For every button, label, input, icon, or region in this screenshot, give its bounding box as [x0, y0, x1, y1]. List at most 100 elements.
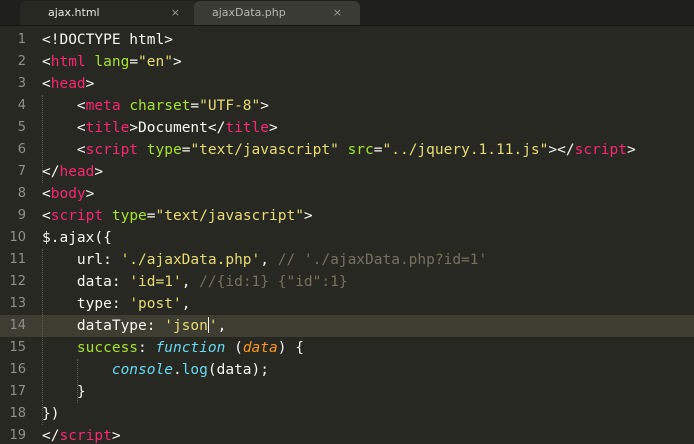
code-token: >: [269, 120, 278, 136]
code-line[interactable]: data: 'id=1', //{id:1} {"id":1}: [42, 271, 348, 293]
line-number: 11: [9, 252, 26, 267]
code-token: script: [59, 428, 112, 444]
code-token: (: [225, 340, 243, 356]
code-line[interactable]: dataType: 'json',: [42, 315, 226, 337]
line-number: 16: [9, 362, 26, 377]
code-token: <: [42, 120, 86, 136]
code-token: }): [42, 406, 60, 422]
line-number: 8: [17, 186, 26, 201]
code-token: head: [50, 76, 86, 92]
editor-window: ajax.html × ajaxData.php × 1 2 3 4 5 6 7 8 9 10 11…: [0, 0, 694, 444]
code-token: html: [50, 54, 86, 70]
code-token: <: [42, 76, 51, 92]
close-icon[interactable]: ×: [171, 1, 180, 25]
code-token: =: [146, 208, 156, 224]
code-token: script: [85, 142, 139, 158]
code-token: title: [85, 120, 130, 136]
code-area[interactable]: <!DOCTYPE html> <html lang="en"> <head> <m…: [42, 26, 694, 444]
code-token: :: [138, 340, 156, 356]
code-line[interactable]: </head>: [42, 161, 103, 183]
indent-guide: [42, 95, 43, 183]
code-token: </: [42, 428, 60, 444]
code-line[interactable]: <script type="text/javascript" src="../j…: [42, 139, 636, 161]
code-line[interactable]: <script type="text/javascript">: [42, 205, 313, 227]
code-token: type:: [42, 296, 130, 312]
code-token: "en": [138, 54, 173, 70]
code-line[interactable]: </script>: [42, 425, 121, 444]
code-line[interactable]: }): [42, 403, 59, 425]
close-icon[interactable]: ×: [333, 1, 342, 25]
code-line[interactable]: url: './ajaxData.php', // './ajaxData.ph…: [42, 249, 487, 271]
code-token: =: [129, 54, 139, 70]
code-token: title: [225, 120, 269, 136]
line-number: 19: [9, 428, 26, 443]
code-token: success: [42, 340, 139, 356]
code-token: >: [303, 208, 313, 224]
code-token: <: [42, 186, 51, 202]
code-line[interactable]: <body>: [42, 183, 94, 205]
code-token: dataType:: [42, 318, 165, 334]
code-token: "text/javascript": [155, 208, 304, 224]
code-token: ,: [181, 296, 191, 312]
code-line[interactable]: <title>Document</title>: [42, 117, 278, 139]
code-token: script: [50, 208, 104, 224]
code-token: ,: [260, 252, 278, 268]
code-token: >: [85, 76, 95, 92]
line-number: 2: [17, 54, 26, 69]
code-token: <!DOCTYPE html>: [42, 32, 173, 48]
code-token: "UTF-8": [199, 98, 261, 114]
code-line[interactable]: <html lang="en">: [42, 51, 182, 73]
code-token: ) {: [277, 340, 304, 356]
code-token: ></: [548, 142, 575, 158]
code-token: >: [626, 142, 636, 158]
tab-label: ajax.html: [48, 6, 100, 19]
code-token: // './ajaxData.php?id=1': [277, 252, 488, 268]
code-line[interactable]: }: [42, 381, 86, 403]
tab-ajaxdata-php[interactable]: ajaxData.php ×: [194, 1, 360, 25]
code-token: head: [59, 164, 95, 180]
tab-bar: ajax.html × ajaxData.php ×: [0, 0, 694, 26]
code-token: >: [260, 98, 269, 114]
code-token: <: [42, 98, 86, 114]
code-editor[interactable]: 1 2 3 4 5 6 7 8 9 10 11 12 13 14 15 16 17 18 19 <!DOCTYPE …: [0, 26, 694, 444]
code-line[interactable]: success: function (data) {: [42, 337, 304, 359]
line-number-gutter: 1 2 3 4 5 6 7 8 9 10 11 12 13 14 15 16 17 18 19: [0, 26, 36, 444]
line-number: 6: [17, 142, 26, 157]
code-token: $.ajax({: [42, 230, 112, 246]
code-token: =: [373, 142, 383, 158]
code-line[interactable]: type: 'post',: [42, 293, 191, 315]
code-token: "text/javascript": [190, 142, 339, 158]
code-token: <: [42, 142, 86, 158]
code-token: "../jquery.1.11.js": [382, 142, 549, 158]
code-line[interactable]: <!DOCTYPE html>: [42, 29, 173, 51]
code-token: >: [85, 186, 95, 202]
line-number: 5: [17, 120, 26, 135]
code-token: type: [111, 208, 147, 224]
code-token: function: [155, 340, 226, 356]
code-token: 'id=1': [129, 274, 182, 290]
code-token: log: [181, 362, 208, 378]
line-number: 9: [17, 208, 26, 223]
code-token: >Document</: [129, 120, 226, 136]
code-token: ': [208, 318, 218, 334]
code-token: lang: [94, 54, 130, 70]
line-number: 10: [9, 230, 26, 245]
code-token: >: [94, 164, 104, 180]
code-line[interactable]: <meta charset="UTF-8">: [42, 95, 269, 117]
tab-ajax-html[interactable]: ajax.html ×: [20, 1, 198, 25]
line-number: 7: [17, 164, 26, 179]
code-token: console: [111, 362, 173, 378]
code-token: meta: [85, 98, 121, 114]
code-line[interactable]: <head>: [42, 73, 94, 95]
code-token: 'json: [164, 318, 208, 334]
code-line[interactable]: $.ajax({: [42, 227, 112, 249]
code-token: =: [190, 98, 200, 114]
line-number: 15: [9, 340, 26, 355]
code-token: }: [42, 384, 86, 400]
indent-guide: [42, 249, 43, 425]
code-token: type: [146, 142, 182, 158]
